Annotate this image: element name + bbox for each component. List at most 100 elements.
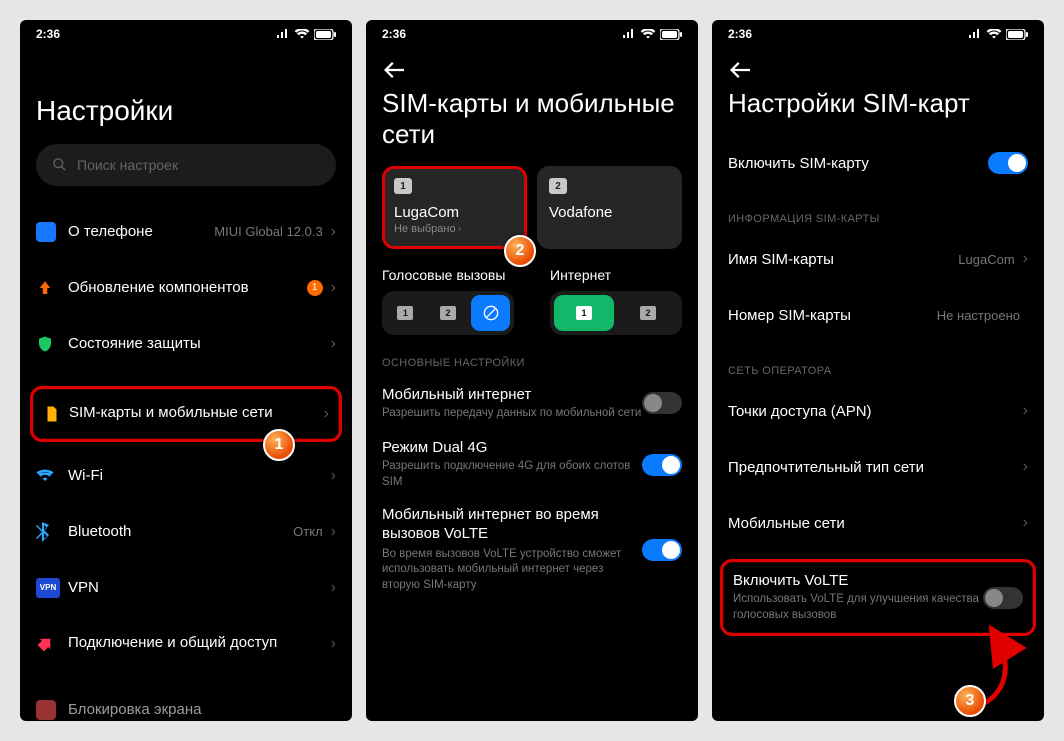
chevron-right-icon: › (1023, 458, 1028, 476)
row-vpn[interactable]: VPN VPN › (36, 560, 336, 616)
chevron-right-icon: › (331, 579, 336, 597)
row-label: Мобильный интернет (382, 386, 642, 403)
row-sim-networks[interactable]: SIM-карты и мобильные сети › 1 (30, 386, 342, 442)
share-icon (36, 635, 54, 653)
update-icon (36, 279, 54, 297)
row-label: Предпочтительный тип сети (728, 459, 1023, 476)
row-value: LugaCom (958, 252, 1014, 267)
data-sim-selector[interactable]: 1 2 (550, 291, 682, 335)
voice-sim-selector[interactable]: 1 2 (382, 291, 514, 335)
volte-toggle[interactable] (983, 587, 1023, 609)
row-sub: Разрешить подключение 4G для обоих слото… (382, 459, 642, 490)
step-marker-1: 1 (263, 429, 295, 461)
wifi-icon (986, 29, 1002, 40)
volte-data-toggle[interactable] (642, 539, 682, 561)
sim-name: LugaCom (394, 204, 515, 221)
voice-calls-label: Голосовые вызовы (382, 267, 514, 283)
row-enable-volte[interactable]: Включить VoLTE Использовать VoLTE для ул… (720, 559, 1036, 636)
ask-icon (483, 305, 499, 321)
row-label: Точки доступа (APN) (728, 403, 1023, 420)
row-sim-number[interactable]: Номер SIM-карты Не настроено (728, 287, 1028, 343)
row-sim-name[interactable]: Имя SIM-карты LugaCom › (728, 231, 1028, 287)
row-value: MIUI Global 12.0.3 (214, 224, 322, 239)
chevron-right-icon: › (331, 523, 336, 541)
mobile-data-toggle[interactable] (642, 392, 682, 414)
search-placeholder: Поиск настроек (77, 157, 178, 173)
row-label: О телефоне (68, 223, 214, 240)
status-icons (968, 29, 1028, 40)
vpn-icon: VPN (36, 578, 60, 598)
bluetooth-icon (36, 522, 50, 542)
voice-sim-1[interactable]: 1 (386, 295, 425, 331)
back-arrow-icon (730, 62, 750, 78)
row-label: Wi-Fi (68, 467, 331, 484)
row-security[interactable]: Состояние защиты › (36, 316, 336, 372)
voice-sim-ask[interactable] (471, 295, 510, 331)
row-dual-4g[interactable]: Режим Dual 4G Разрешить подключение 4G д… (382, 431, 682, 498)
row-about-phone[interactable]: О телефоне MIUI Global 12.0.3 › (36, 204, 336, 260)
battery-icon (1006, 29, 1028, 40)
section-header-info: ИНФОРМАЦИЯ SIM-КАРТЫ (728, 213, 1028, 225)
phone-screen-settings: 2:36 Настройки Поиск настроек О телефоне… (20, 20, 352, 721)
row-label: Имя SIM-карты (728, 251, 958, 268)
data-sim-1[interactable]: 1 (554, 295, 614, 331)
status-bar: 2:36 (20, 20, 352, 48)
row-enable-sim[interactable]: Включить SIM-карту (728, 135, 1028, 191)
row-updates[interactable]: Обновление компонентов 1 › (36, 260, 336, 316)
update-badge: 1 (307, 280, 323, 296)
status-bar: 2:36 (712, 20, 1044, 48)
sim-icon (43, 405, 61, 423)
status-time: 2:36 (728, 27, 752, 41)
row-label: SIM-карты и мобильные сети (69, 404, 324, 423)
page-title: Настройки SIM-карт (728, 88, 1028, 119)
battery-icon (660, 29, 682, 40)
dual-4g-toggle[interactable] (642, 454, 682, 476)
chevron-right-icon: › (324, 405, 329, 423)
page-title: SIM-карты и мобильные сети (382, 88, 682, 150)
row-label: Мобильные сети (728, 515, 1023, 532)
row-volte-data[interactable]: Мобильный интернет во время вызовов VoLT… (382, 498, 682, 601)
chevron-right-icon: › (1023, 514, 1028, 532)
row-bluetooth[interactable]: Bluetooth Откл › (36, 504, 336, 560)
row-lockscreen[interactable]: Блокировка экрана (36, 682, 336, 721)
section-header-main: ОСНОВНЫЕ НАСТРОЙКИ (382, 357, 682, 369)
step-marker-2: 2 (504, 235, 536, 267)
back-button[interactable] (728, 58, 752, 82)
back-button[interactable] (382, 58, 406, 82)
chevron-right-icon: › (1023, 402, 1028, 420)
chevron-right-icon: › (1023, 250, 1028, 268)
battery-icon (314, 29, 336, 40)
chevron-right-icon: › (331, 335, 336, 353)
wifi-icon (36, 469, 54, 483)
sim-card-1[interactable]: 1 LugaCom Не выбрано› (382, 166, 527, 249)
about-icon (36, 222, 56, 242)
row-mobile-networks[interactable]: Мобильные сети › (728, 495, 1028, 551)
lock-icon (36, 700, 56, 720)
status-time: 2:36 (382, 27, 406, 41)
sim-name: Vodafone (549, 204, 670, 221)
enable-sim-toggle[interactable] (988, 152, 1028, 174)
row-hotspot[interactable]: Подключение и общий доступ › (36, 616, 336, 672)
row-apn[interactable]: Точки доступа (APN) › (728, 383, 1028, 439)
back-arrow-icon (384, 62, 404, 78)
step-marker-3: 3 (954, 685, 986, 717)
row-label: Подключение и общий доступ (68, 634, 331, 653)
sim-sub: Не выбрано› (394, 223, 515, 235)
signal-icon (968, 29, 982, 39)
phone-screen-sim-settings: 2:36 Настройки SIM-карт Включить SIM-кар… (712, 20, 1044, 721)
data-sim-2[interactable]: 2 (618, 295, 678, 331)
row-label: Номер SIM-карты (728, 307, 937, 324)
section-header-network: СЕТЬ ОПЕРАТОРА (728, 365, 1028, 377)
status-time: 2:36 (36, 27, 60, 41)
chevron-right-icon: › (331, 223, 336, 241)
search-input[interactable]: Поиск настроек (36, 144, 336, 186)
voice-sim-2[interactable]: 2 (429, 295, 468, 331)
row-wifi[interactable]: Wi-Fi › (36, 448, 336, 504)
status-icons (622, 29, 682, 40)
row-label: VPN (68, 579, 331, 596)
row-label: Состояние защиты (68, 335, 331, 352)
row-mobile-data[interactable]: Мобильный интернет Разрешить передачу да… (382, 375, 682, 431)
sim-slot-badge: 2 (549, 178, 567, 194)
sim-card-2[interactable]: 2 Vodafone (537, 166, 682, 249)
row-pref-network[interactable]: Предпочтительный тип сети › (728, 439, 1028, 495)
